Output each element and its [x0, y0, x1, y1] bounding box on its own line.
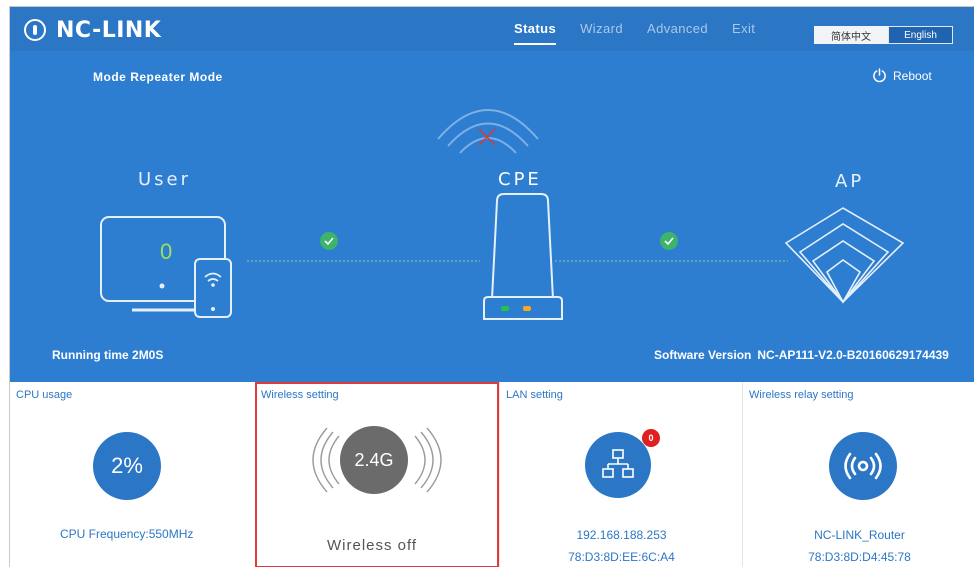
lan-setting-card[interactable]: LAN setting 0 192.168.188.253 78:D3:8D:E… [499, 382, 742, 567]
brand-name: NC-LINK [56, 17, 162, 43]
language-switcher: 简体中文 English [814, 26, 953, 44]
summary-cards: CPU usage 2% CPU Frequency:550MHz Wirele… [10, 382, 974, 567]
nav-wizard[interactable]: Wizard [580, 21, 623, 36]
cpu-card-title: CPU usage [16, 389, 73, 401]
nav-status[interactable]: Status [514, 21, 557, 45]
software-version: Software Version NC-AP111-V2.0-B201606291… [654, 348, 949, 362]
running-time: Running time 2M0S [52, 348, 163, 362]
status-panel: Mode Repeater Mode Reboot User CPE AP 0 … [10, 51, 974, 382]
cpe-led-orange [523, 306, 531, 311]
wireless-relay-card[interactable]: Wireless relay setting NC-LINK_Router 78… [742, 382, 974, 567]
ap-link-ok-icon [660, 232, 678, 250]
running-time-value: 2M0S [132, 348, 164, 362]
main-nav: Status Wizard Advanced Exit [514, 21, 755, 45]
topology-diagram [100, 109, 905, 320]
software-version-label: Software Version [654, 348, 752, 362]
logo-icon [24, 19, 46, 41]
wireless-band-badge: 2.4G [340, 426, 408, 494]
relay-mac-address: 78:D3:8D:D4:45:78 [808, 550, 911, 564]
phone-icon [194, 258, 232, 318]
brand-logo: NC-LINK [24, 17, 161, 43]
user-count: 0 [160, 239, 173, 264]
nav-advanced[interactable]: Advanced [647, 21, 708, 36]
cpu-usage-card[interactable]: CPU usage 2% CPU Frequency:550MHz [10, 382, 255, 567]
cpe-signal-icon [437, 109, 539, 154]
cpu-frequency: CPU Frequency:550MHz [60, 527, 194, 541]
lan-card-title: LAN setting [506, 389, 563, 401]
cpu-usage-gauge: 2% [93, 432, 161, 500]
user-link-ok-icon [320, 232, 338, 250]
network-topology-icon [602, 449, 634, 478]
lang-english-button[interactable]: English [888, 26, 953, 44]
app-frame: NC-LINK Status Wizard Advanced Exit 简体中文… [9, 6, 974, 567]
wireless-card-title: Wireless setting [261, 389, 339, 401]
wireless-state: Wireless off [327, 537, 418, 554]
relay-card-title: Wireless relay setting [749, 389, 854, 401]
cpe-device-icon [483, 193, 563, 320]
disconnected-x-icon [478, 128, 496, 146]
lan-client-count-badge: 0 [642, 429, 660, 447]
lan-mac-address: 78:D3:8D:EE:6C:A4 [568, 550, 675, 564]
software-version-value: NC-AP111-V2.0-B20160629174439 [757, 348, 949, 362]
cpe-led-green [501, 306, 509, 311]
wireless-setting-card[interactable]: Wireless setting 2.4G Wireless off [255, 382, 499, 567]
lang-chinese-button[interactable]: 简体中文 [814, 26, 888, 44]
nav-exit[interactable]: Exit [732, 21, 755, 36]
broadcast-icon [844, 452, 882, 480]
ap-wifi-icon [784, 207, 905, 304]
lan-network-icon [585, 432, 651, 498]
top-nav-bar: NC-LINK Status Wizard Advanced Exit 简体中文… [10, 7, 974, 51]
relay-broadcast-icon [829, 432, 897, 500]
running-time-label: Running time [52, 348, 129, 362]
lan-ip-address: 192.168.188.253 [576, 528, 667, 542]
relay-ssid: NC-LINK_Router [814, 528, 905, 542]
